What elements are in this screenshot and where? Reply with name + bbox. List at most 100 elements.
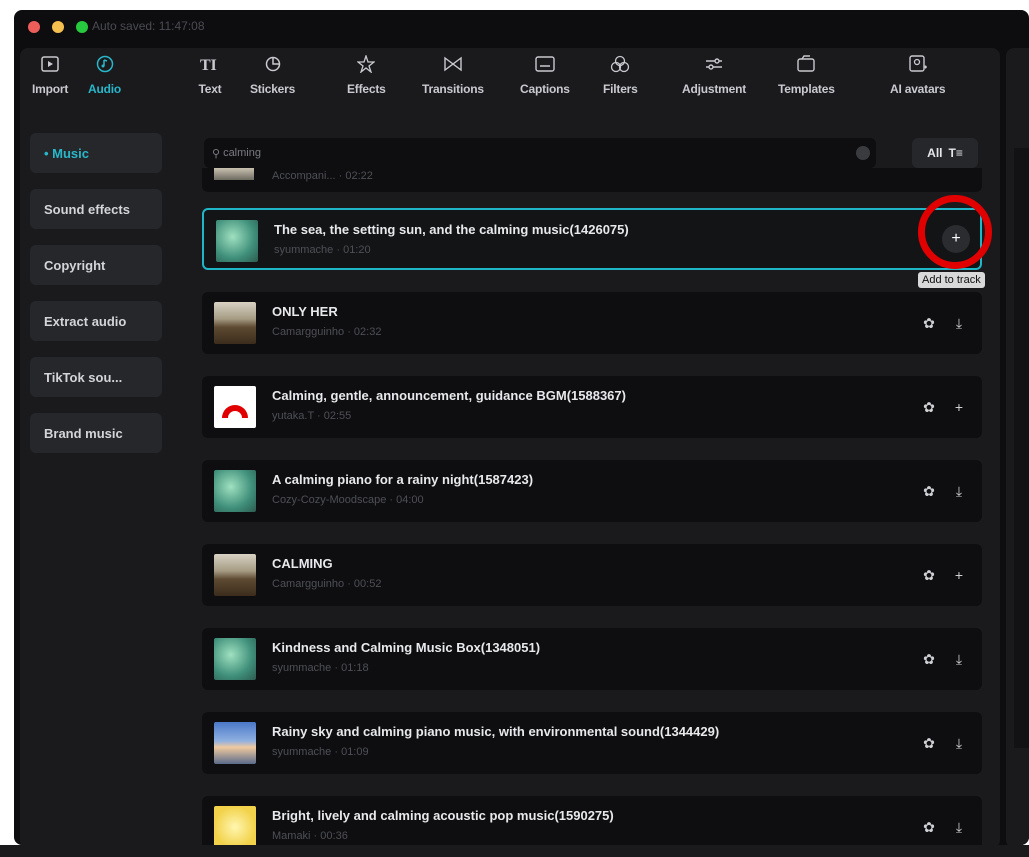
track-thumbnail [214, 386, 256, 428]
track-title: ONLY HER [272, 304, 338, 319]
clear-search-icon[interactable] [856, 146, 870, 160]
toolbar-label: Transitions [422, 82, 484, 96]
toolbar-filters[interactable]: Filters [603, 52, 638, 96]
sidebar-item-extract-audio[interactable]: Extract audio [30, 301, 162, 341]
sidebar: • Music Sound effects Copyright Extract … [30, 133, 170, 469]
toolbar-templates[interactable]: Templates [778, 52, 835, 96]
favorite-icon[interactable]: ✿ [920, 566, 938, 584]
toolbar-stickers[interactable]: Stickers [250, 52, 295, 96]
adjustment-icon [702, 52, 726, 76]
sidebar-item-tiktok-sounds[interactable]: TikTok sou... [30, 357, 162, 397]
toolbar-label: Captions [520, 82, 570, 96]
list-item[interactable]: ONLY HER Camargguinho · 02:32 ✿ ⤓ [202, 292, 982, 354]
toolbar-ai-avatars[interactable]: AI avatars [890, 52, 946, 96]
highlight-ring [918, 195, 992, 269]
toolbar-captions[interactable]: Captions [520, 52, 570, 96]
import-icon [38, 52, 62, 76]
toolbar-label: Stickers [250, 82, 296, 96]
filter-button[interactable]: All T≡ [912, 138, 978, 168]
search-input[interactable]: ⚲ calming [204, 138, 876, 168]
add-icon[interactable]: + [950, 398, 968, 416]
sidebar-item-brand-music[interactable]: Brand music [30, 413, 162, 453]
track-list: Accompani... · 02:22 The sea, the settin… [202, 168, 1002, 848]
sidebar-item-copyright[interactable]: Copyright [30, 245, 162, 285]
track-subtitle: Camargguinho · 02:32 [272, 326, 382, 338]
favorite-icon[interactable]: ✿ [920, 398, 938, 416]
search-icon: ⚲ [212, 147, 221, 160]
right-panel-content [1014, 148, 1029, 748]
toolbar-audio[interactable]: Audio [88, 52, 121, 96]
track-title: Bright, lively and calming acoustic pop … [272, 808, 614, 823]
toolbar-label: AI avatars [890, 82, 946, 96]
effects-icon [354, 52, 378, 76]
list-item[interactable]: Accompani... · 02:22 [202, 168, 982, 192]
toolbar-label: Templates [778, 82, 835, 96]
toolbar-label: Audio [88, 82, 121, 96]
templates-icon [794, 52, 818, 76]
toolbar: Import Audio TI Text Stickers Effects Tr… [20, 48, 1000, 114]
list-item[interactable]: The sea, the setting sun, and the calmin… [202, 208, 982, 270]
toolbar-effects[interactable]: Effects [347, 52, 386, 96]
list-item[interactable]: Bright, lively and calming acoustic pop … [202, 796, 982, 848]
list-item[interactable]: CALMING Camargguinho · 00:52 ✿ + [202, 544, 982, 606]
toolbar-import[interactable]: Import [32, 52, 68, 96]
track-thumbnail [214, 722, 256, 764]
right-panel [1006, 48, 1029, 845]
list-item[interactable]: A calming piano for a rainy night(158742… [202, 460, 982, 522]
favorite-icon[interactable]: ✿ [920, 482, 938, 500]
search-value: calming [223, 147, 261, 159]
toolbar-label: Import [32, 82, 69, 96]
download-icon[interactable]: ⤓ [950, 818, 968, 836]
filter-icon: T≡ [948, 146, 963, 160]
captions-icon [533, 52, 557, 76]
download-icon[interactable]: ⤓ [950, 482, 968, 500]
track-thumbnail [214, 470, 256, 512]
toolbar-label: Filters [603, 82, 638, 96]
track-title: The sea, the setting sun, and the calmin… [274, 222, 629, 237]
favorite-icon[interactable]: ✿ [920, 650, 938, 668]
favorite-icon[interactable]: ✿ [920, 818, 938, 836]
text-icon: TI [198, 52, 222, 76]
track-thumbnail [216, 220, 258, 262]
favorite-icon[interactable]: ✿ [920, 734, 938, 752]
track-title: Calming, gentle, announcement, guidance … [272, 388, 626, 403]
zoom-window-button[interactable] [76, 21, 88, 33]
list-item[interactable]: Rainy sky and calming piano music, with … [202, 712, 982, 774]
list-item[interactable]: Kindness and Calming Music Box(1348051) … [202, 628, 982, 690]
list-item[interactable]: Calming, gentle, announcement, guidance … [202, 376, 982, 438]
track-title: CALMING [272, 556, 333, 571]
toolbar-label: Adjustment [682, 82, 747, 96]
close-window-button[interactable] [28, 21, 40, 33]
transitions-icon [441, 52, 465, 76]
favorite-icon[interactable]: ✿ [920, 314, 938, 332]
ai-avatars-icon [906, 52, 930, 76]
track-subtitle: Mamaki · 00:36 [272, 830, 348, 842]
track-title: Rainy sky and calming piano music, with … [272, 724, 720, 739]
sidebar-item-sound-effects[interactable]: Sound effects [30, 189, 162, 229]
track-title: Kindness and Calming Music Box(1348051) [272, 640, 541, 655]
stickers-icon [261, 52, 285, 76]
svg-text:TI: TI [200, 57, 217, 72]
add-to-track-tooltip: Add to track [918, 272, 985, 288]
minimize-window-button[interactable] [52, 21, 64, 33]
toolbar-adjustment[interactable]: Adjustment [682, 52, 746, 96]
track-thumbnail [214, 302, 256, 344]
add-icon[interactable]: + [950, 566, 968, 584]
bottom-strip [0, 845, 1029, 857]
filter-label: All [927, 146, 943, 160]
title-bar: Auto saved: 11:47:08 [14, 10, 1029, 44]
download-icon[interactable]: ⤓ [950, 650, 968, 668]
audio-icon [93, 52, 117, 76]
toolbar-text[interactable]: TI Text [198, 52, 222, 96]
toolbar-label: Effects [347, 82, 386, 96]
toolbar-transitions[interactable]: Transitions [422, 52, 484, 96]
sidebar-item-music[interactable]: • Music [30, 133, 162, 173]
track-subtitle: yutaka.T · 02:55 [272, 410, 352, 422]
track-thumbnail [214, 168, 254, 180]
download-icon[interactable]: ⤓ [950, 314, 968, 332]
download-icon[interactable]: ⤓ [950, 734, 968, 752]
track-subtitle: syummache · 01:09 [272, 746, 369, 758]
track-thumbnail [214, 638, 256, 680]
track-subtitle: Camargguinho · 00:52 [272, 578, 382, 590]
track-title: A calming piano for a rainy night(158742… [272, 472, 534, 487]
